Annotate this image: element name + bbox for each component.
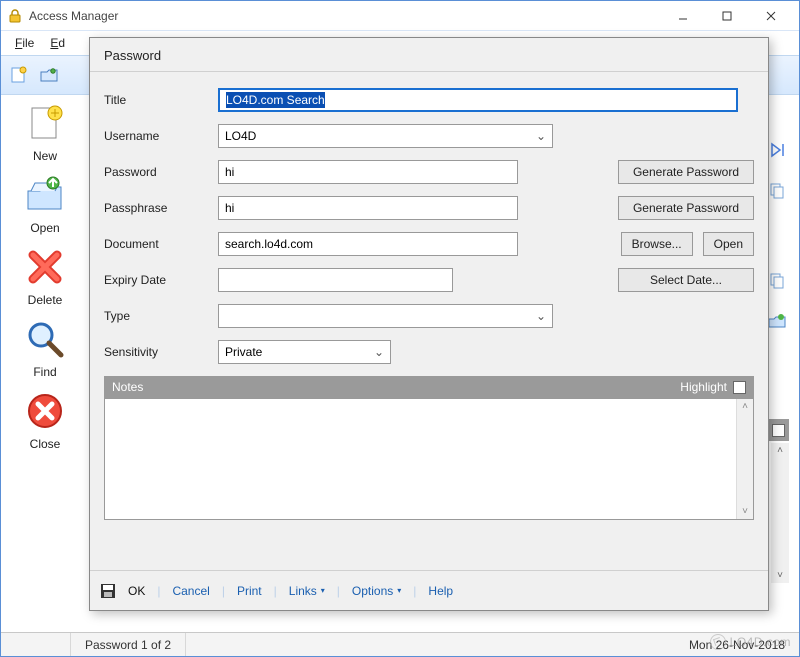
generate-passphrase-button[interactable]: Generate Password <box>618 196 754 220</box>
sidebar-item-label: Delete <box>28 293 63 307</box>
label-expiry: Expiry Date <box>104 273 208 287</box>
dialog-footer: OK | Cancel | Print | Links▾ | Options▾ … <box>90 570 768 610</box>
new-document-icon <box>23 101 67 145</box>
generate-password-button[interactable]: Generate Password <box>618 160 754 184</box>
copy-icon[interactable] <box>767 180 787 200</box>
maximize-button[interactable] <box>705 2 749 30</box>
sidebar-item-label: Open <box>30 221 59 235</box>
sidebar-item-label: Find <box>33 365 56 379</box>
scroll-down-icon[interactable]: ˅ <box>740 504 750 519</box>
print-button[interactable]: Print <box>229 584 270 598</box>
status-date: Mon 26-Nov-2018 <box>675 633 799 656</box>
magnifier-icon <box>23 317 67 361</box>
main-window: Access Manager File Ed New Open Delete <box>0 0 800 657</box>
bg-scrollbar[interactable]: ˄ ˅ <box>771 443 789 583</box>
folder-up-icon[interactable] <box>767 311 787 331</box>
scroll-up-icon[interactable]: ˄ <box>740 399 750 414</box>
sidebar: New Open Delete Find Close <box>5 101 85 451</box>
folder-open-icon <box>23 173 67 217</box>
password-input[interactable] <box>218 160 518 184</box>
bg-highlight-checkbox[interactable] <box>772 424 785 437</box>
document-input[interactable] <box>218 232 518 256</box>
close-circle-icon <box>23 389 67 433</box>
lock-icon <box>7 8 23 24</box>
sidebar-item-close[interactable]: Close <box>23 389 67 451</box>
label-type: Type <box>104 309 208 323</box>
menu-file[interactable]: File <box>7 34 42 52</box>
notes-highlight-label: Highlight <box>680 380 727 394</box>
notes-label: Notes <box>112 380 143 394</box>
sidebar-item-delete[interactable]: Delete <box>23 245 67 307</box>
save-icon <box>100 583 116 599</box>
statusbar: Password 1 of 2 Mon 26-Nov-2018 <box>1 632 799 656</box>
notes-header: Notes Highlight <box>104 376 754 398</box>
sidebar-item-new[interactable]: New <box>23 101 67 163</box>
separator <box>90 71 768 72</box>
toolbar-open-icon[interactable] <box>35 61 63 89</box>
sensitivity-combo[interactable] <box>218 340 391 364</box>
window-title: Access Manager <box>29 9 661 23</box>
expiry-input[interactable] <box>218 268 453 292</box>
scroll-up-icon[interactable]: ˄ <box>775 443 785 458</box>
title-input[interactable]: LO4D.com Search <box>218 88 738 112</box>
notes-textarea[interactable] <box>105 399 736 519</box>
titlebar: Access Manager <box>1 1 799 31</box>
links-menu[interactable]: Links▾ <box>281 584 333 598</box>
cancel-button[interactable]: Cancel <box>164 584 217 598</box>
notes-highlight-checkbox[interactable] <box>733 381 746 394</box>
sidebar-item-open[interactable]: Open <box>23 173 67 235</box>
help-button[interactable]: Help <box>420 584 461 598</box>
select-date-button[interactable]: Select Date... <box>618 268 754 292</box>
label-passphrase: Passphrase <box>104 201 208 215</box>
copy-icon[interactable] <box>767 270 787 290</box>
status-left: Password 1 of 2 <box>71 633 186 656</box>
browse-button[interactable]: Browse... <box>621 232 693 256</box>
sidebar-item-label: New <box>33 149 57 163</box>
delete-x-icon <box>23 245 67 289</box>
ok-button[interactable]: OK <box>120 584 153 598</box>
label-password: Password <box>104 165 208 179</box>
dialog-title: Password <box>90 38 768 71</box>
open-button[interactable]: Open <box>703 232 754 256</box>
notes-area: ˄ ˅ <box>104 398 754 520</box>
play-end-icon[interactable] <box>769 141 787 159</box>
label-sensitivity: Sensitivity <box>104 345 208 359</box>
minimize-button[interactable] <box>661 2 705 30</box>
password-dialog: Password Title LO4D.com Search Username … <box>89 37 769 611</box>
username-input[interactable] <box>218 124 553 148</box>
toolbar-new-icon[interactable] <box>5 61 33 89</box>
label-document: Document <box>104 237 208 251</box>
close-window-button[interactable] <box>749 2 793 30</box>
notes-scrollbar[interactable]: ˄ ˅ <box>736 399 753 519</box>
scroll-down-icon[interactable]: ˅ <box>775 568 785 583</box>
type-combo[interactable] <box>218 304 553 328</box>
passphrase-input[interactable] <box>218 196 518 220</box>
menu-edit[interactable]: Ed <box>42 34 73 52</box>
label-username: Username <box>104 129 208 143</box>
label-title: Title <box>104 93 208 107</box>
sidebar-item-label: Close <box>30 437 61 451</box>
sidebar-item-find[interactable]: Find <box>23 317 67 379</box>
options-menu[interactable]: Options▾ <box>344 584 409 598</box>
